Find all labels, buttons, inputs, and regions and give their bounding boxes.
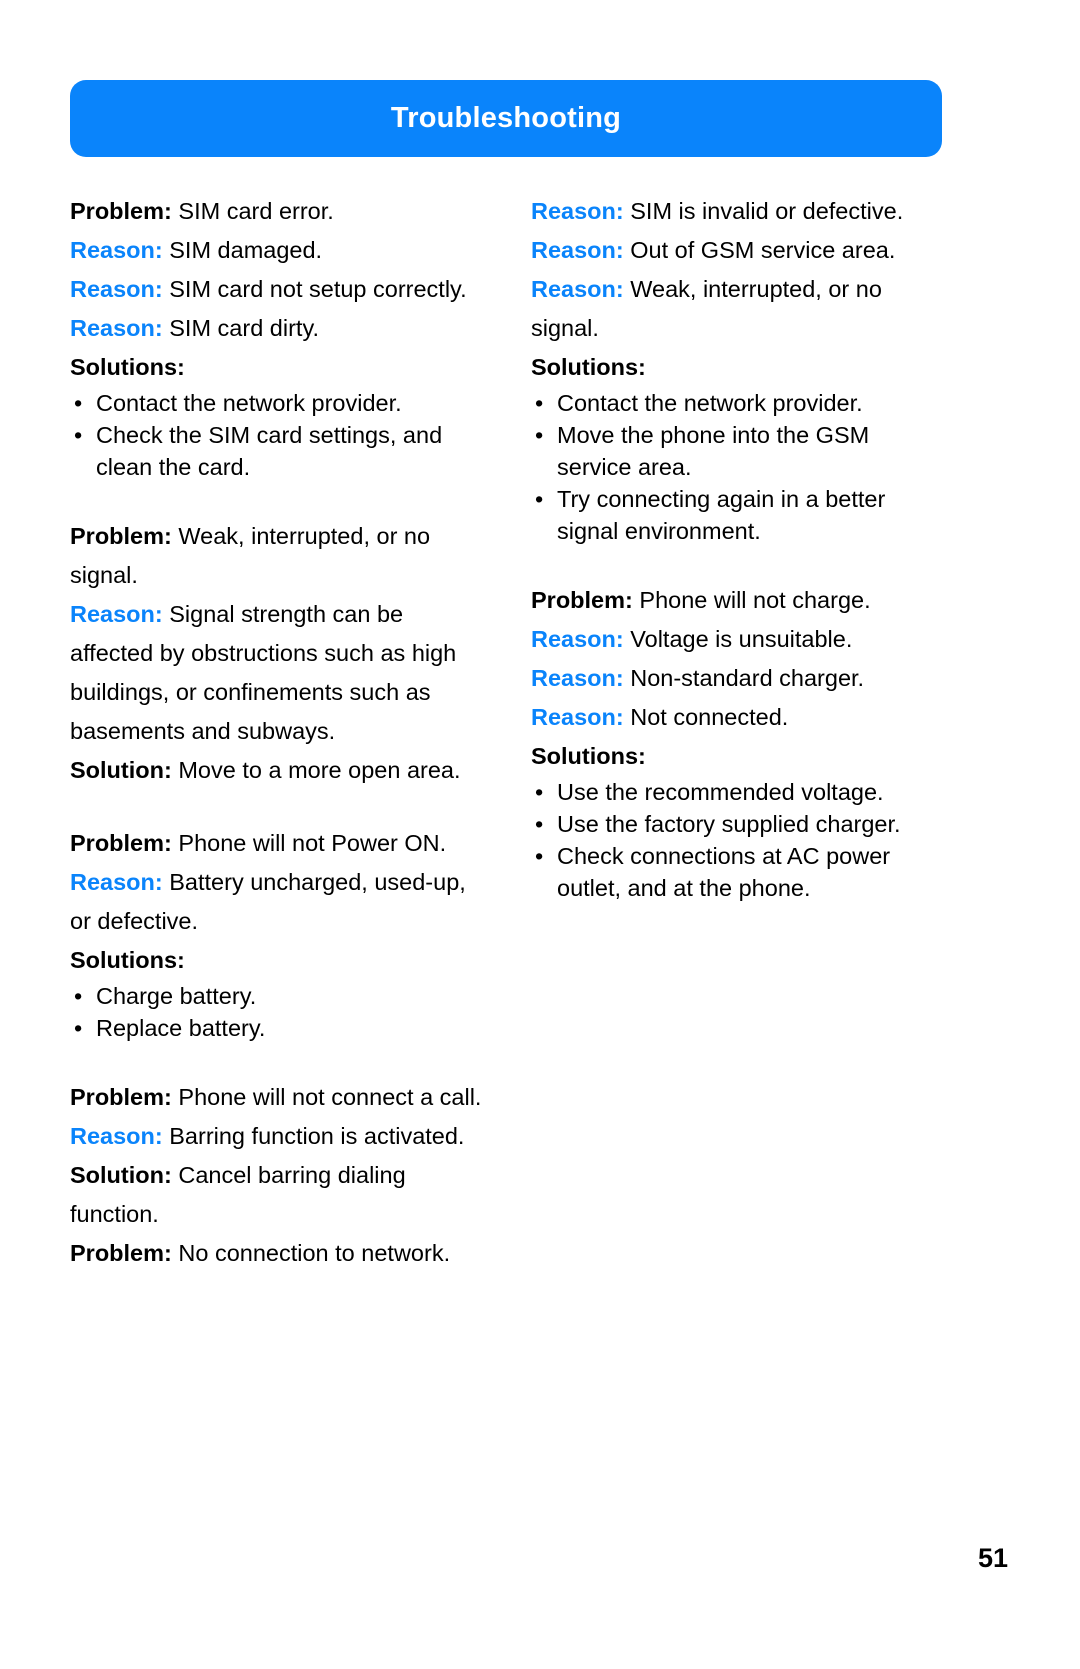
reason-line: Reason: SIM card not setup correctly.	[70, 270, 485, 309]
problem-text: No connection to network.	[178, 1240, 451, 1266]
reason-text: Out of GSM service area.	[630, 237, 896, 263]
reason-label: Reason:	[70, 315, 163, 341]
list-item: Check the SIM card settings, and clean t…	[70, 419, 485, 483]
problem-line: Problem: SIM card error.	[70, 192, 485, 231]
problem-label: Problem:	[70, 523, 172, 549]
problem-label: Problem:	[70, 198, 172, 224]
list-item: Contact the network provider.	[70, 387, 485, 419]
reason-line: Reason: Non-standard charger.	[531, 659, 946, 698]
reason-label: Reason:	[70, 601, 163, 627]
reason-text: Not connected.	[630, 704, 789, 730]
reason-line: Reason: SIM card dirty.	[70, 309, 485, 348]
list-item: Charge battery.	[70, 980, 485, 1012]
solutions-list: Contact the network provider. Check the …	[70, 387, 485, 483]
problem-line: Problem: Phone will not Power ON.	[70, 824, 485, 863]
reason-line: Reason: Barring function is activated.	[70, 1117, 485, 1156]
troubleshooting-entry: Problem: Phone will not Power ON. Reason…	[70, 824, 485, 1044]
solutions-label: Solutions:	[531, 354, 646, 380]
list-item: Replace battery.	[70, 1012, 485, 1044]
reason-line: Reason: Weak, interrupted, or no signal.	[531, 270, 946, 348]
problem-label: Problem:	[531, 587, 633, 613]
solution-line: Solution: Move to a more open area.	[70, 751, 485, 790]
page-title: Troubleshooting	[390, 102, 622, 134]
reason-text: SIM card dirty.	[169, 315, 319, 341]
reason-label: Reason:	[531, 237, 624, 263]
problem-line: Problem: Phone will not connect a call.	[70, 1078, 485, 1117]
list-item: Move the phone into the GSM service area…	[531, 419, 946, 483]
solutions-label: Solutions:	[531, 743, 646, 769]
troubleshooting-entry: Problem: Phone will not charge. Reason: …	[531, 581, 946, 904]
list-item: Check connections at AC power outlet, an…	[531, 840, 946, 904]
troubleshooting-entry: Reason: SIM is invalid or defective. Rea…	[531, 192, 946, 547]
reason-label: Reason:	[70, 869, 163, 895]
problem-text: Phone will not connect a call.	[178, 1084, 482, 1110]
reason-label: Reason:	[531, 276, 624, 302]
list-item: Contact the network provider.	[531, 387, 946, 419]
problem-text: SIM card error.	[178, 198, 334, 224]
troubleshooting-entry: Problem: Phone will not connect a call. …	[70, 1078, 485, 1273]
document-page: Troubleshooting Problem: SIM card error.…	[0, 0, 1080, 1669]
problem-line: Problem: Weak, interrupted, or no signal…	[70, 517, 485, 595]
solution-label: Solution:	[70, 757, 172, 783]
reason-label: Reason:	[70, 1123, 163, 1149]
solutions-label: Solutions:	[70, 947, 185, 973]
reason-line: Reason: Signal strength can be affected …	[70, 595, 485, 751]
reason-label: Reason:	[531, 626, 624, 652]
reason-label: Reason:	[70, 237, 163, 263]
reason-label: Reason:	[531, 665, 624, 691]
troubleshooting-entry: Problem: SIM card error. Reason: SIM dam…	[70, 192, 485, 483]
solution-label: Solution:	[70, 1162, 172, 1188]
two-column-body: Problem: SIM card error. Reason: SIM dam…	[70, 192, 946, 1273]
reason-text: SIM damaged.	[169, 237, 323, 263]
reason-line: Reason: Battery uncharged, used-up, or d…	[70, 863, 485, 941]
reason-line: Reason: Voltage is unsuitable.	[531, 620, 946, 659]
reason-line: Reason: Not connected.	[531, 698, 946, 737]
reason-text: Voltage is unsuitable.	[630, 626, 853, 652]
right-column: Reason: SIM is invalid or defective. Rea…	[531, 192, 946, 1273]
section-header-banner: Troubleshooting	[70, 80, 942, 157]
reason-text: SIM is invalid or defective.	[630, 198, 904, 224]
solution-text: Move to a more open area.	[178, 757, 461, 783]
problem-label: Problem:	[70, 830, 172, 856]
troubleshooting-entry: Problem: Weak, interrupted, or no signal…	[70, 517, 485, 790]
list-item: Use the factory supplied charger.	[531, 808, 946, 840]
solutions-list: Use the recommended voltage. Use the fac…	[531, 776, 946, 904]
solutions-label: Solutions:	[70, 354, 185, 380]
left-column: Problem: SIM card error. Reason: SIM dam…	[70, 192, 485, 1273]
problem-text: Phone will not Power ON.	[178, 830, 447, 856]
problem-line: Problem: Phone will not charge.	[531, 581, 946, 620]
solutions-list: Contact the network provider. Move the p…	[531, 387, 946, 547]
problem-label: Problem:	[70, 1084, 172, 1110]
reason-label: Reason:	[531, 198, 624, 224]
reason-text: SIM card not setup correctly.	[169, 276, 467, 302]
reason-text: Barring function is activated.	[169, 1123, 465, 1149]
problem-line: Problem: No connection to network.	[70, 1234, 485, 1273]
reason-label: Reason:	[70, 276, 163, 302]
reason-label: Reason:	[531, 704, 624, 730]
problem-text: Phone will not charge.	[639, 587, 871, 613]
solutions-list: Charge battery. Replace battery.	[70, 980, 485, 1044]
list-item: Use the recommended voltage.	[531, 776, 946, 808]
problem-label: Problem:	[70, 1240, 172, 1266]
reason-line: Reason: SIM damaged.	[70, 231, 485, 270]
list-item: Try connecting again in a better signal …	[531, 483, 946, 547]
page-number: 51	[977, 1543, 1008, 1573]
solution-line: Solution: Cancel barring dialing functio…	[70, 1156, 485, 1234]
reason-text: Non-standard charger.	[630, 665, 865, 691]
reason-line: Reason: Out of GSM service area.	[531, 231, 946, 270]
reason-line: Reason: SIM is invalid or defective.	[531, 192, 946, 231]
